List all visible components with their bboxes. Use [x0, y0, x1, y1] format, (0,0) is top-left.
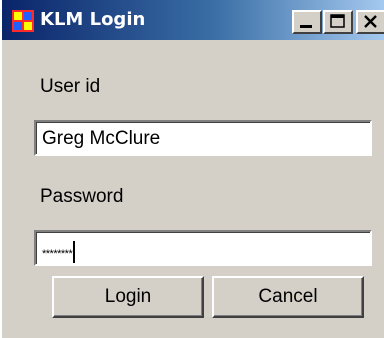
password-field[interactable]: ******** — [34, 230, 372, 266]
login-button[interactable]: Login — [52, 276, 204, 318]
close-button[interactable] — [356, 10, 384, 34]
password-value: ******** — [42, 241, 76, 265]
password-mask: ******** — [42, 248, 73, 260]
user-id-field[interactable]: Greg McClure — [34, 120, 372, 156]
maximize-button[interactable] — [323, 10, 353, 34]
login-window: KLM Login User id Greg McClure Password … — [0, 0, 384, 338]
text-caret — [73, 241, 76, 264]
minimize-icon — [300, 25, 312, 28]
close-icon — [364, 15, 377, 28]
user-id-label: User id — [40, 76, 101, 97]
title-bar[interactable]: KLM Login — [2, 0, 384, 40]
password-label: Password — [40, 186, 124, 207]
maximize-icon — [330, 14, 345, 28]
window-title: KLM Login — [40, 9, 146, 30]
app-window-icon[interactable] — [12, 10, 34, 32]
user-id-value: Greg McClure — [42, 128, 161, 149]
minimize-button[interactable] — [292, 10, 322, 34]
cancel-button[interactable]: Cancel — [212, 276, 364, 318]
